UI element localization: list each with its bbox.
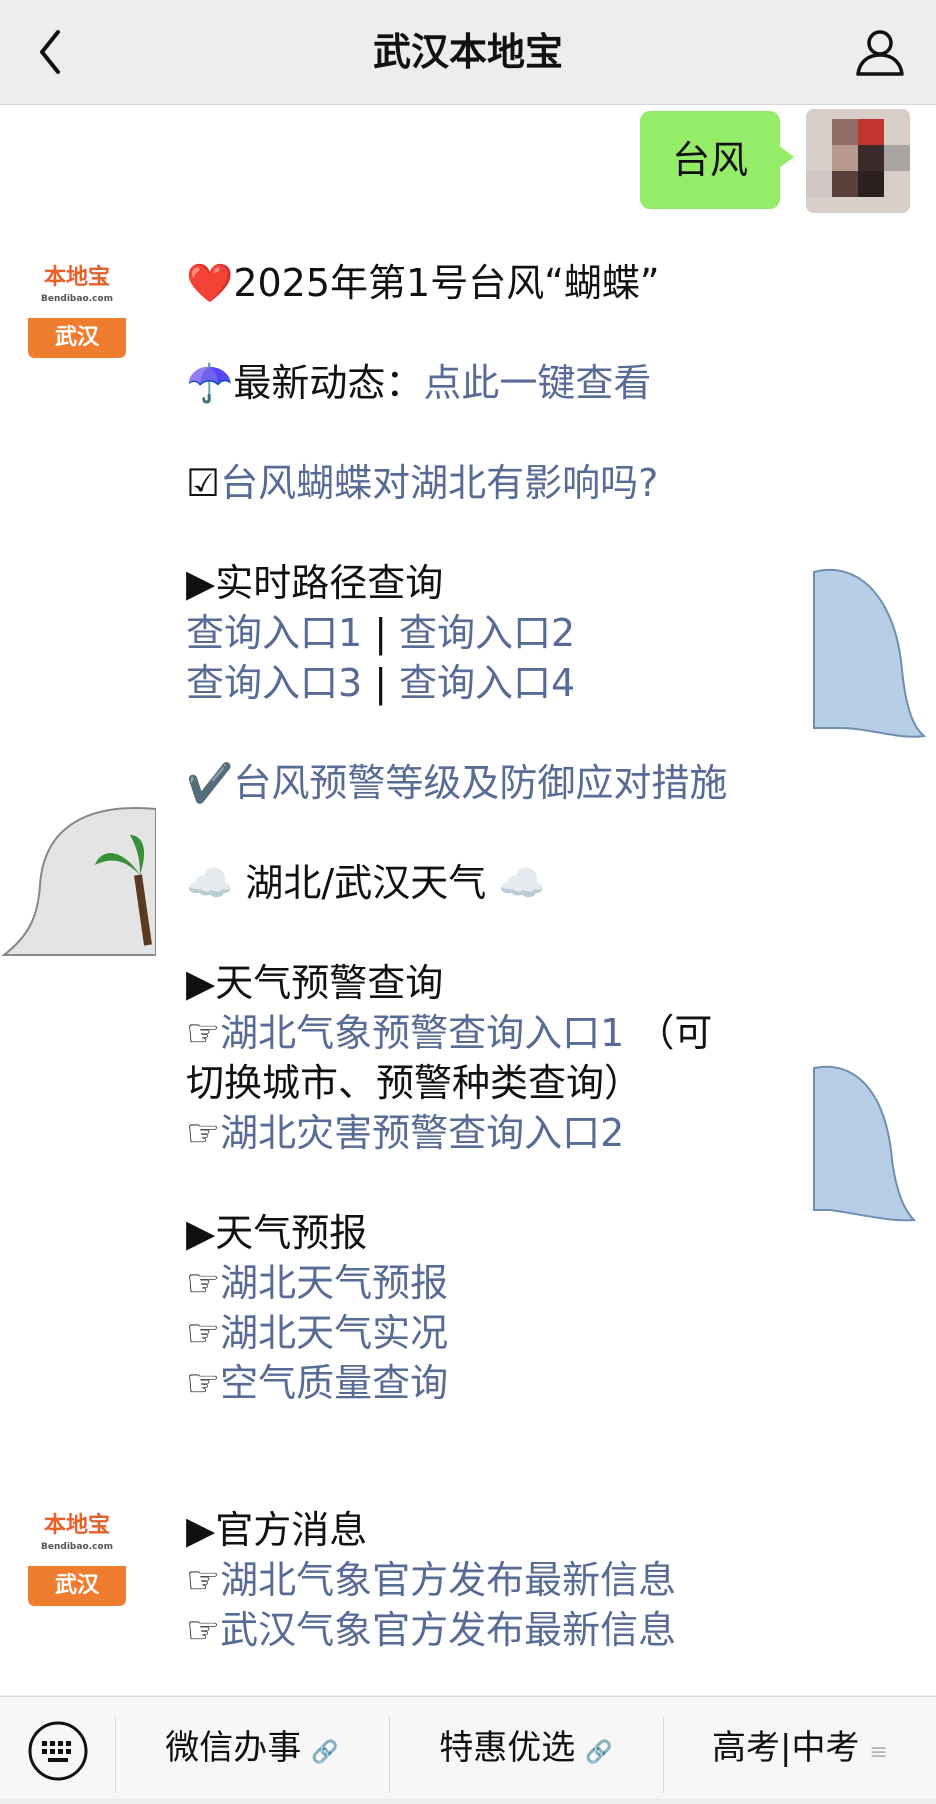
separator: | [374, 611, 387, 655]
avatar-city: 武汉 [28, 318, 126, 358]
route-entry-1-link[interactable]: 查询入口1 [186, 611, 362, 655]
message-bubble: ❤️2025年第1号台风“蝴蝶” ☂️最新动态：点此一键查看 ☑台风蝴蝶对湖北有… [156, 255, 811, 1408]
latest-news-line: ☂️最新动态：点此一键查看 [186, 358, 811, 408]
title-bar: 武汉本地宝 [0, 0, 936, 105]
outgoing-message-bubble[interactable]: 台风 [640, 111, 794, 209]
official-line-1: ☞湖北气象官方发布最新信息 [186, 1555, 811, 1605]
menu-lines-icon: ≡ [869, 1740, 888, 1765]
route-entry-3-link[interactable]: 查询入口3 [186, 661, 362, 705]
menu-item-label: 高考|中考 [712, 1728, 860, 1768]
menu-item-label: 特惠优选 [439, 1728, 576, 1768]
menu-item-exams[interactable]: 高考|中考 ≡ [664, 1697, 936, 1799]
pointing-hand-icon: ☞ [186, 1261, 221, 1305]
route-heading: ▶实时路径查询 [186, 561, 444, 605]
route-entries-row-1: 查询入口1 | 查询入口2 [186, 608, 811, 658]
avatar-city: 武汉 [28, 1566, 126, 1606]
alert-link-2[interactable]: 湖北灾害预警查询入口2 [220, 1111, 624, 1155]
alert-line-2: ☞湖北灾害预警查询入口2 [186, 1108, 811, 1158]
alert-line-1: ☞湖北气象预警查询入口1 （可 [186, 1008, 811, 1058]
warning-link[interactable]: 台风预警等级及防御应对措施 [233, 761, 727, 805]
user-avatar[interactable] [806, 109, 910, 213]
official-link-2[interactable]: 武汉气象官方发布最新信息 [220, 1608, 676, 1652]
pointing-hand-icon: ☞ [186, 1011, 221, 1055]
chevron-left-icon [40, 30, 60, 74]
pointing-hand-icon: ☞ [186, 1361, 221, 1405]
forecast-heading: ▶天气预报 [186, 1211, 368, 1255]
avatar-domain: Bendibao.com [41, 1542, 113, 1552]
separator: | [374, 661, 387, 705]
forecast-link-3[interactable]: 空气质量查询 [220, 1361, 448, 1405]
link-icon: 🔗 [311, 1740, 339, 1765]
avatar-domain: Bendibao.com [41, 294, 113, 304]
forecast-line-1: ☞湖北天气预报 [186, 1258, 811, 1308]
person-icon [856, 30, 904, 76]
official-link-1[interactable]: 湖北气象官方发布最新信息 [220, 1558, 676, 1602]
profile-button[interactable] [852, 24, 908, 80]
sticker-ghost-right-icon [813, 568, 927, 738]
pointing-hand-icon: ☞ [186, 1608, 221, 1652]
route-entries-row-2: 查询入口3 | 查询入口4 [186, 658, 811, 708]
official-heading: ▶官方消息 [186, 1508, 368, 1552]
forecast-line-3: ☞空气质量查询 [186, 1358, 811, 1408]
menu-item-special-offers[interactable]: 特惠优选 🔗 [390, 1697, 662, 1799]
impact-line: ☑台风蝴蝶对湖北有影响吗? [186, 458, 811, 508]
bottom-menu: 微信办事 🔗 特惠优选 🔗 高考|中考 ≡ [0, 1696, 936, 1799]
bot-avatar[interactable]: 本地宝 Bendibao.com 武汉 [28, 260, 126, 358]
outgoing-message-text: 台风 [671, 138, 748, 182]
alert-link-1[interactable]: 湖北气象预警查询入口1 [220, 1011, 624, 1055]
route-entry-4-link[interactable]: 查询入口4 [399, 661, 575, 705]
impact-link[interactable]: 台风蝴蝶对湖北有影响吗? [220, 461, 658, 505]
bot-avatar[interactable]: 本地宝 Bendibao.com 武汉 [28, 1508, 126, 1606]
alert-heading: ▶天气预警查询 [186, 961, 444, 1005]
weather-heading: ☁️ 湖北/武汉天气 ☁️ [186, 861, 546, 905]
keyboard-toggle-button[interactable] [26, 1719, 90, 1783]
pointing-hand-icon: ☞ [186, 1111, 221, 1155]
forecast-link-1[interactable]: 湖北天气预报 [220, 1261, 448, 1305]
forecast-line-2: ☞湖北天气实况 [186, 1308, 811, 1358]
latest-news-prefix: ☂️最新动态： [186, 361, 424, 405]
message-title: ❤️2025年第1号台风“蝴蝶” [186, 261, 660, 305]
warning-line: ✔️台风预警等级及防御应对措施 [186, 758, 811, 808]
check-mark-icon: ✔️ [186, 761, 234, 805]
alert-note-2: 切换城市、预警种类查询） [186, 1061, 643, 1105]
sticker-palm-left-icon [1, 807, 157, 956]
official-line-2: ☞武汉气象官方发布最新信息 [186, 1605, 811, 1655]
pointing-hand-icon: ☞ [186, 1311, 221, 1355]
alert-note-1: （可 [636, 1011, 713, 1055]
link-icon: 🔗 [585, 1740, 613, 1765]
latest-news-link[interactable]: 点此一键查看 [423, 361, 651, 405]
route-entry-2-link[interactable]: 查询入口2 [399, 611, 575, 655]
menu-item-wechat-services[interactable]: 微信办事 🔗 [116, 1697, 388, 1799]
message-bubble: ▶官方消息 ☞湖北气象官方发布最新信息 ☞武汉气象官方发布最新信息 [156, 1502, 811, 1655]
checkbox-icon: ☑ [186, 461, 221, 505]
avatar-brand: 本地宝 [43, 1512, 110, 1538]
menu-item-label: 微信办事 [165, 1728, 302, 1768]
keyboard-icon [28, 1721, 88, 1781]
page-title: 武汉本地宝 [372, 30, 563, 74]
pointing-hand-icon: ☞ [186, 1558, 221, 1602]
chat-area[interactable]: 台风 本地宝 Bendibao.com 武汉 ❤️2025年第1号台风“蝴蝶” … [0, 105, 936, 1695]
pixelated-avatar-icon [806, 109, 910, 213]
sticker-ghost-right-2-icon [813, 1065, 917, 1222]
back-button[interactable] [28, 22, 84, 82]
forecast-link-2[interactable]: 湖北天气实况 [220, 1311, 448, 1355]
avatar-brand: 本地宝 [43, 264, 110, 290]
